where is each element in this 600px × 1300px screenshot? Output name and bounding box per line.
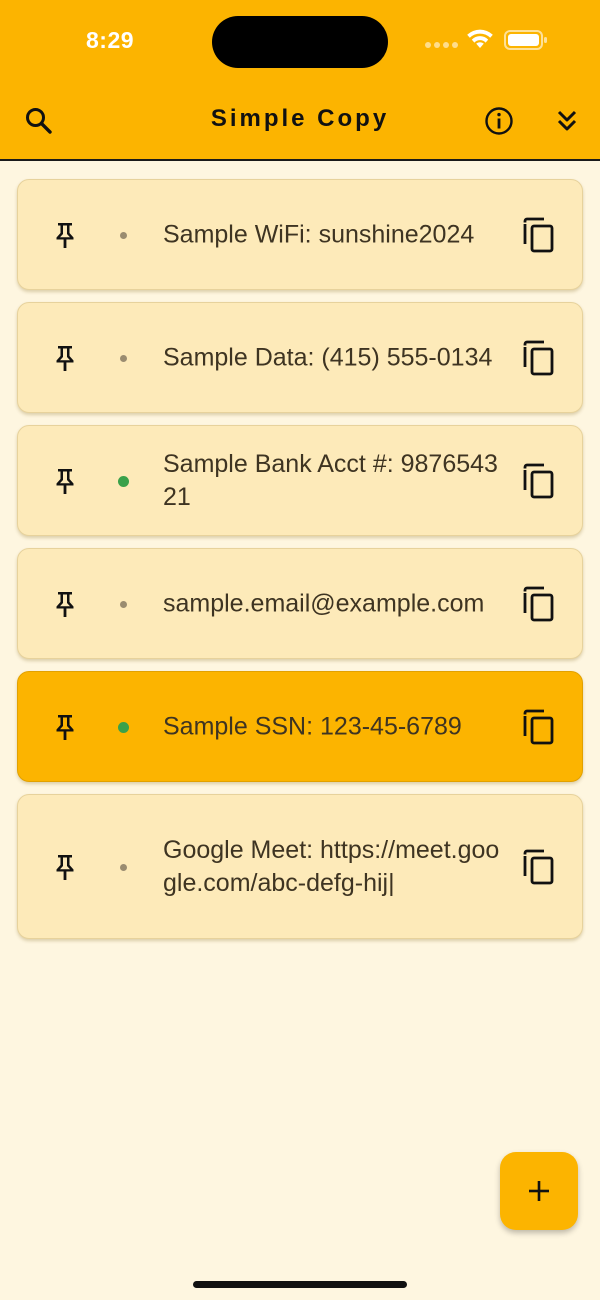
info-icon[interactable] (482, 104, 516, 138)
item-text: Sample SSN: 123-45-6789 (163, 712, 462, 740)
status-indicator (120, 354, 127, 362)
pin-icon[interactable] (51, 466, 79, 496)
clipboard-item[interactable]: Sample Data: (415) 555-0134 (17, 302, 583, 413)
clipboard-item[interactable]: sample.email@example.com (17, 548, 583, 659)
clipboard-list: Sample WiFi: sunshine2024 Sample Data: (… (17, 179, 583, 951)
cellular-signal-icon (425, 38, 461, 52)
copy-icon[interactable] (522, 340, 556, 376)
item-text: Sample Data: (415) 555-0134 (163, 343, 493, 371)
clipboard-item[interactable]: Sample WiFi: sunshine2024 (17, 179, 583, 290)
home-indicator (193, 1281, 407, 1288)
pin-icon[interactable] (51, 220, 79, 250)
app-bar: 8:29 Simple Copy (0, 0, 600, 161)
pin-icon[interactable] (51, 712, 79, 742)
status-indicator (120, 231, 127, 239)
copy-icon[interactable] (522, 217, 556, 253)
copy-icon[interactable] (522, 849, 556, 885)
status-time: 8:29 (86, 27, 135, 53)
item-text: Google Meet: https://meet.google.com/abc… (163, 835, 500, 897)
item-text: Sample WiFi: sunshine2024 (163, 220, 475, 248)
clipboard-item[interactable]: Sample Bank Acct #: 987654321 (17, 425, 583, 536)
copy-icon[interactable] (522, 463, 556, 499)
pin-icon[interactable] (51, 589, 79, 619)
pin-icon[interactable] (51, 343, 79, 373)
wifi-icon (467, 29, 493, 48)
clipboard-item[interactable]: Google Meet: https://meet.google.com/abc… (17, 794, 583, 939)
dynamic-island (212, 16, 388, 68)
status-indicator (120, 863, 127, 871)
copy-icon[interactable] (522, 709, 556, 745)
plus-icon (529, 1181, 549, 1201)
item-text: Sample Bank Acct #: 987654321 (163, 449, 498, 511)
copy-icon[interactable] (522, 586, 556, 622)
status-indicator (120, 600, 127, 608)
status-indicator (118, 475, 129, 487)
status-indicator (118, 721, 129, 733)
clipboard-item[interactable]: Sample SSN: 123-45-6789 (17, 671, 583, 782)
item-text: sample.email@example.com (163, 589, 485, 617)
add-item-button[interactable] (500, 1152, 578, 1230)
double-chevron-down-icon[interactable] (550, 104, 584, 138)
battery-icon (504, 30, 547, 50)
pin-icon[interactable] (51, 852, 79, 882)
